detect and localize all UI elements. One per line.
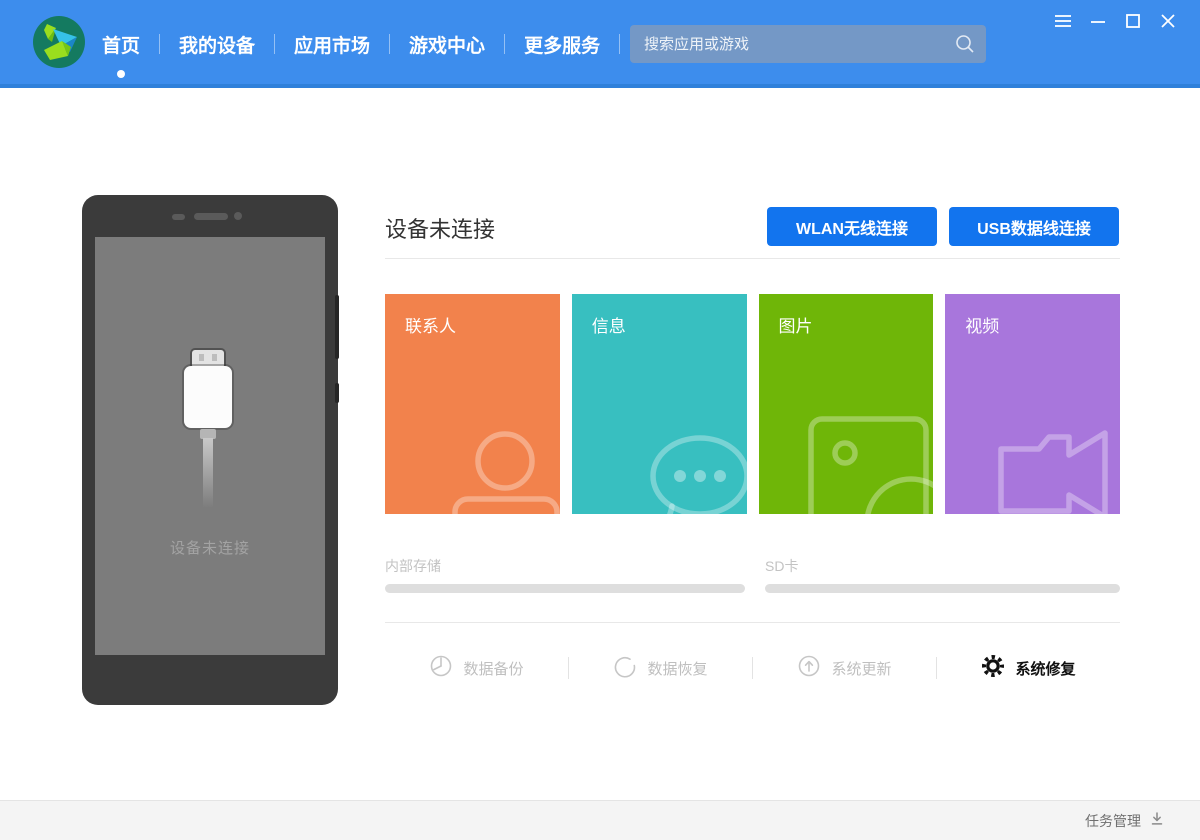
sd-card-bar: [765, 584, 1120, 593]
video-camera-icon: [993, 415, 1120, 514]
main-nav: 首页 我的设备 应用市场 游戏中心 更多服务: [98, 0, 635, 88]
phone-speaker-icon: [194, 213, 228, 220]
connect-buttons: WLAN无线连接 USB数据线连接: [767, 207, 1119, 246]
usb-connect-button[interactable]: USB数据线连接: [949, 207, 1119, 246]
usb-cable: [203, 438, 213, 508]
tile-messages[interactable]: 信息: [571, 294, 747, 514]
search-icon[interactable]: [954, 33, 976, 60]
update-arrow-icon: [797, 654, 821, 683]
sd-card-label: SD卡: [765, 558, 799, 574]
nav-separator: [619, 34, 621, 54]
usb-pin: [199, 354, 204, 361]
app-window: 首页 我的设备 应用市场 游戏中心 更多服务 搜索应用或游戏 设备未连接 设备未…: [0, 0, 1200, 840]
maximize-icon[interactable]: [1123, 11, 1143, 31]
photo-frame-icon: [803, 411, 934, 514]
page-title: 设备未连接: [385, 217, 496, 242]
app-logo-icon[interactable]: [33, 16, 85, 68]
wlan-connect-button[interactable]: WLAN无线连接: [767, 207, 937, 246]
data-restore-button[interactable]: 数据恢复: [569, 654, 752, 683]
tile-pictures[interactable]: 图片: [758, 294, 934, 514]
task-manager-label: 任务管理: [1085, 813, 1141, 829]
category-tiles: 联系人 信息 图片 视频: [385, 294, 1120, 514]
nav-item-label: 应用市场: [294, 35, 371, 57]
action-label: 系统修复: [1015, 660, 1076, 678]
status-bar: 任务管理: [0, 800, 1200, 840]
tile-label: 信息: [591, 317, 626, 336]
system-update-button[interactable]: 系统更新: [753, 654, 936, 683]
backup-pie-icon: [429, 654, 453, 683]
minimize-icon[interactable]: [1088, 11, 1108, 31]
phone-illustration: 设备未连接: [82, 195, 339, 705]
action-label: 数据备份: [463, 660, 524, 678]
phone-status-text: 设备未连接: [169, 540, 250, 557]
tile-contacts[interactable]: 联系人: [385, 294, 560, 514]
restore-arc-icon: [613, 654, 637, 683]
nav-item-app-market[interactable]: 应用市场: [290, 0, 374, 88]
header: 首页 我的设备 应用市场 游戏中心 更多服务: [0, 0, 1200, 88]
phone-camera-icon: [234, 212, 242, 220]
tile-label: 视频: [965, 317, 1000, 336]
tile-label: 联系人: [405, 317, 456, 336]
divider: [385, 258, 1120, 259]
nav-separator: [504, 34, 506, 54]
active-dot: [117, 70, 125, 78]
nav-separator: [274, 34, 276, 54]
search-input[interactable]: [630, 25, 986, 63]
internal-storage-label: 内部存储: [385, 558, 441, 574]
action-label: 数据恢复: [647, 660, 708, 678]
phone-speaker-icon: [172, 214, 185, 220]
nav-item-my-device[interactable]: 我的设备: [175, 0, 259, 88]
divider: [385, 622, 1120, 623]
nav-item-game-center[interactable]: 游戏中心: [405, 0, 489, 88]
nav-item-label: 首页: [102, 35, 141, 57]
task-manager-button[interactable]: 任务管理: [1085, 801, 1166, 840]
nav-item-home[interactable]: 首页: [98, 0, 144, 88]
nav-item-label: 我的设备: [179, 35, 256, 57]
window-controls: [1053, 11, 1178, 31]
tile-videos[interactable]: 视频: [945, 294, 1120, 514]
gear-icon: [981, 654, 1005, 683]
message-bubble-icon: [622, 416, 747, 514]
internal-storage-bar: [385, 584, 745, 593]
download-icon: [1148, 810, 1166, 833]
phone-side-button: [335, 383, 339, 403]
data-backup-button[interactable]: 数据备份: [385, 654, 568, 683]
close-icon[interactable]: [1158, 11, 1178, 31]
phone-screen: 设备未连接: [95, 237, 325, 655]
phone-side-button: [335, 295, 339, 359]
nav-item-more-services[interactable]: 更多服务: [520, 0, 604, 88]
menu-icon[interactable]: [1053, 11, 1073, 31]
usb-plug-body: [184, 366, 232, 428]
nav-item-label: 更多服务: [524, 35, 601, 57]
action-row: 数据备份 数据恢复 系统更新 系统修复: [385, 645, 1120, 691]
tile-label: 图片: [778, 317, 813, 336]
nav-separator: [159, 34, 161, 54]
contact-person-icon: [439, 419, 560, 514]
nav-separator: [389, 34, 391, 54]
nav-item-label: 游戏中心: [409, 35, 486, 57]
usb-pin: [212, 354, 217, 361]
system-repair-button[interactable]: 系统修复: [937, 654, 1120, 683]
action-label: 系统更新: [831, 660, 892, 678]
search-box: [630, 25, 986, 63]
